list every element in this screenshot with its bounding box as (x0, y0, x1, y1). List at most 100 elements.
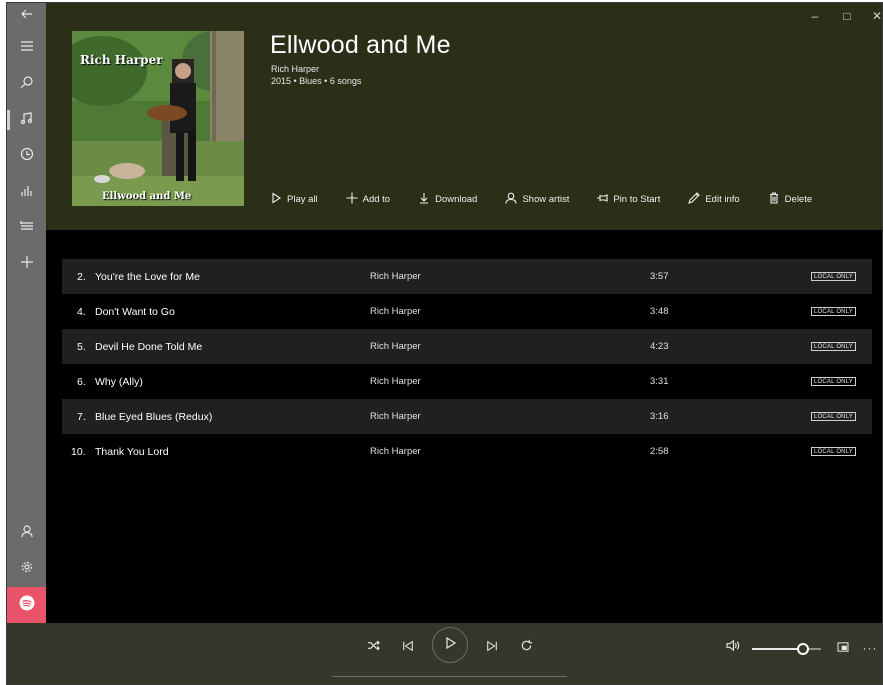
my-music-button[interactable] (7, 102, 46, 138)
local-only-badge: LOCAL ONLY (811, 272, 857, 281)
edit-info-label: Edit info (705, 193, 740, 205)
pin-to-start-label: Pin to Start (613, 193, 661, 205)
hamburger-menu-button[interactable] (7, 30, 46, 66)
speaker-volume-icon (725, 639, 741, 657)
delete-label: Delete (784, 193, 813, 205)
trash-icon (768, 191, 785, 207)
local-only-badge: LOCAL ONLY (811, 447, 857, 456)
pin-icon (596, 192, 613, 207)
recent-plays-button[interactable] (7, 138, 46, 174)
repeat-icon (520, 639, 533, 657)
ellipsis-icon: ··· (862, 641, 878, 655)
local-only-badge: LOCAL ONLY (811, 342, 857, 351)
local-only-badge: LOCAL ONLY (811, 307, 857, 316)
local-only-badge: LOCAL ONLY (811, 412, 857, 421)
album-art-top-text: Rich Harper (80, 53, 163, 67)
play-icon (270, 191, 287, 207)
album-actions-toolbar: Play all Add to Download Show artist Pin… (270, 191, 812, 207)
mini-player-button[interactable] (835, 636, 851, 660)
album-artist-link[interactable]: Rich Harper (271, 64, 319, 74)
more-options-button[interactable]: ··· (862, 636, 878, 660)
pencil-icon (688, 191, 705, 207)
song-title: Devil He Done Told Me (95, 340, 203, 353)
shuffle-icon (367, 639, 380, 657)
edit-info-button[interactable]: Edit info (688, 191, 740, 207)
maximize-button[interactable]: □ (832, 9, 862, 27)
song-row[interactable]: 2. You're the Love for Me Rich Harper 3:… (62, 259, 872, 294)
song-artist[interactable]: Rich Harper (370, 446, 421, 457)
new-playlist-button[interactable] (7, 246, 46, 282)
spotify-button[interactable] (7, 587, 46, 623)
volume-slider-track[interactable] (809, 648, 821, 650)
track-number: 5. (77, 340, 86, 353)
song-artist[interactable]: Rich Harper (370, 411, 421, 422)
play-icon (443, 636, 457, 655)
player-bar: ··· (7, 623, 882, 684)
back-button[interactable] (7, 3, 46, 29)
mini-player-icon (837, 639, 849, 657)
add-to-button[interactable]: Add to (346, 192, 390, 207)
search-button[interactable] (7, 66, 46, 102)
show-artist-button[interactable]: Show artist (505, 192, 569, 207)
settings-gear-icon (20, 560, 34, 579)
song-artist[interactable]: Rich Harper (370, 306, 421, 317)
song-row[interactable]: 10. Thank You Lord Rich Harper 2:58 LOCA… (62, 434, 872, 469)
music-app-window: – □ ✕ Rich Harper Ellwood and Me Ellwood… (6, 2, 883, 685)
album-art-bottom-text: Ellwood and Me (102, 191, 192, 202)
shuffle-button[interactable] (362, 636, 384, 660)
delete-button[interactable]: Delete (768, 191, 813, 207)
song-artist[interactable]: Rich Harper (370, 341, 421, 352)
previous-icon (402, 639, 414, 657)
album-header: – □ ✕ Rich Harper Ellwood and Me Ellwood… (46, 3, 882, 230)
account-button[interactable] (7, 515, 46, 551)
now-playing-bars-icon (20, 183, 34, 202)
download-button[interactable]: Download (418, 192, 477, 207)
song-row[interactable]: 4. Don't Want to Go Rich Harper 3:48 LOC… (62, 294, 872, 329)
repeat-button[interactable] (515, 636, 537, 660)
song-row[interactable]: 5. Devil He Done Told Me Rich Harper 4:2… (62, 329, 872, 364)
settings-button[interactable] (7, 551, 46, 587)
song-duration: 2:58 (650, 446, 669, 457)
seek-bar[interactable] (332, 676, 567, 677)
add-icon (20, 255, 34, 274)
song-artist[interactable]: Rich Harper (370, 376, 421, 387)
track-number: 10. (71, 445, 86, 458)
play-pause-button[interactable] (432, 627, 468, 663)
previous-button[interactable] (397, 636, 419, 660)
song-row[interactable]: 7. Blue Eyed Blues (Redux) Rich Harper 3… (62, 399, 872, 434)
song-title: Don't Want to Go (95, 305, 175, 318)
back-arrow-icon (20, 7, 34, 26)
next-icon (486, 639, 498, 657)
next-button[interactable] (481, 636, 503, 660)
track-number: 4. (77, 305, 86, 318)
playlists-icon (19, 219, 34, 238)
person-icon (505, 192, 522, 207)
close-button[interactable]: ✕ (862, 9, 882, 27)
song-row[interactable]: 6. Why (Ally) Rich Harper 3:31 LOCAL ONL… (62, 364, 872, 399)
now-playing-button[interactable] (7, 174, 46, 210)
download-label: Download (435, 193, 478, 205)
song-title: Thank You Lord (95, 445, 169, 458)
song-title: Blue Eyed Blues (Redux) (95, 410, 213, 423)
song-duration: 3:48 (650, 306, 669, 317)
song-duration: 3:16 (650, 411, 669, 422)
volume-button[interactable] (723, 636, 743, 660)
local-only-badge: LOCAL ONLY (811, 377, 857, 386)
music-note-icon (20, 111, 34, 130)
volume-slider-thumb[interactable] (797, 643, 809, 655)
playlists-button[interactable] (7, 210, 46, 246)
play-all-button[interactable]: Play all (270, 191, 318, 207)
song-list: 2. You're the Love for Me Rich Harper 3:… (62, 259, 872, 469)
track-number: 6. (77, 375, 86, 388)
song-duration: 3:31 (650, 376, 669, 387)
song-duration: 4:23 (650, 341, 669, 352)
pin-to-start-button[interactable]: Pin to Start (596, 192, 660, 207)
download-icon (418, 192, 435, 207)
account-person-icon (20, 524, 34, 543)
album-art[interactable]: Rich Harper Ellwood and Me (72, 31, 244, 206)
track-number: 7. (77, 410, 86, 423)
song-title: Why (Ally) (95, 375, 143, 388)
minimize-button[interactable]: – (800, 9, 830, 27)
album-meta: 2015 • Blues • 6 songs (271, 76, 362, 86)
song-artist[interactable]: Rich Harper (370, 271, 421, 282)
